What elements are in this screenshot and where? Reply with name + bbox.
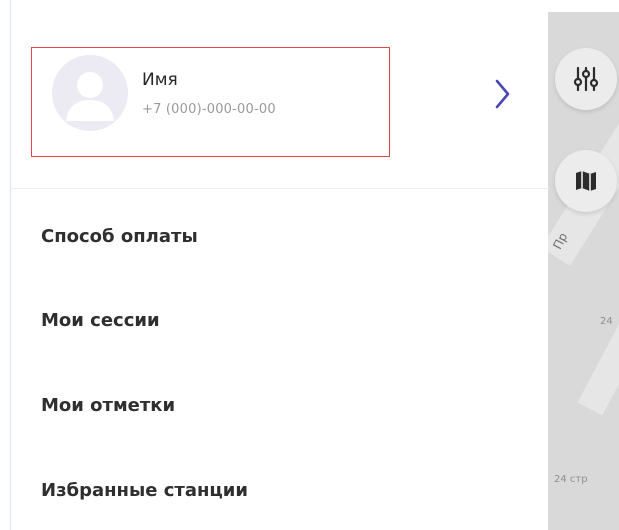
user-avatar-icon [52, 55, 128, 131]
menu-item-favorite-stations[interactable]: Избранные станции [41, 480, 248, 501]
filters-button[interactable] [555, 48, 617, 110]
menu-item-my-checkins[interactable]: Мои отметки [41, 395, 175, 416]
profile-phone: +7 (000)-000-00-00 [142, 102, 276, 117]
chevron-right-icon[interactable] [493, 78, 513, 110]
sliders-icon [573, 66, 599, 92]
map-building-label: 24 стр [554, 474, 588, 485]
menu-item-payment-method[interactable]: Способ оплаты [41, 226, 198, 247]
avatar [52, 55, 128, 131]
map-layers-button[interactable] [555, 150, 617, 212]
menu-item-my-sessions[interactable]: Мои сессии [41, 310, 160, 331]
profile-card[interactable]: Имя +7 (000)-000-00-00 [31, 47, 390, 157]
map-road [577, 296, 619, 416]
profile-name: Имя [142, 70, 178, 90]
side-drawer: Имя +7 (000)-000-00-00 Способ оплаты Мои… [10, 0, 549, 530]
divider [11, 188, 549, 189]
map-icon [576, 171, 596, 191]
map-building-label: 24 [600, 316, 613, 327]
